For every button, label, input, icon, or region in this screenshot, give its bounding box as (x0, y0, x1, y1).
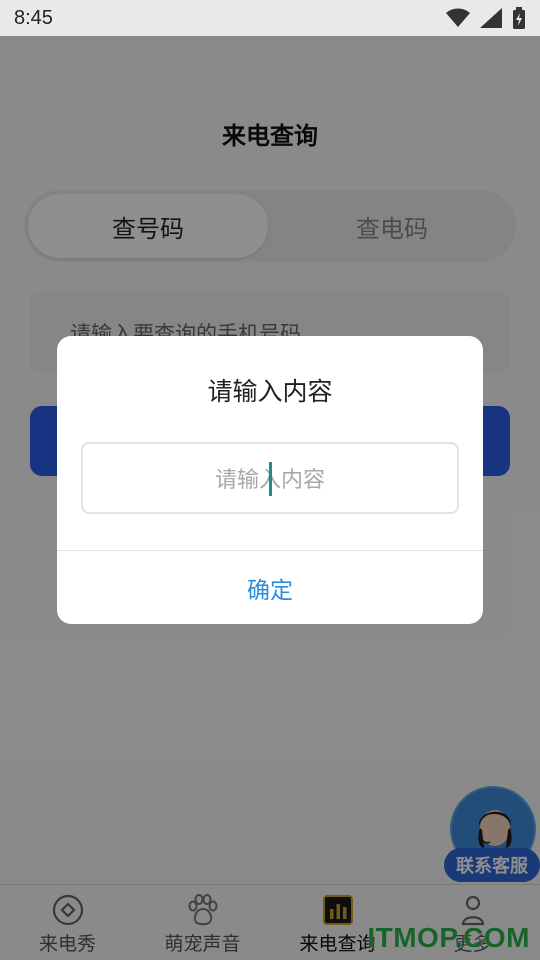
status-bar: 8:45 (0, 0, 540, 36)
dialog-title: 请输入内容 (207, 377, 333, 406)
confirm-button[interactable]: 确定 (57, 551, 483, 624)
signal-icon (480, 8, 502, 28)
wifi-icon (446, 8, 470, 28)
status-icons (446, 7, 526, 29)
status-time: 8:45 (14, 6, 53, 29)
input-dialog: 请输入内容 请输入内容 确定 (57, 336, 483, 624)
battery-icon (512, 7, 526, 29)
text-caret (269, 462, 272, 496)
dialog-text-input[interactable]: 请输入内容 (81, 442, 459, 514)
